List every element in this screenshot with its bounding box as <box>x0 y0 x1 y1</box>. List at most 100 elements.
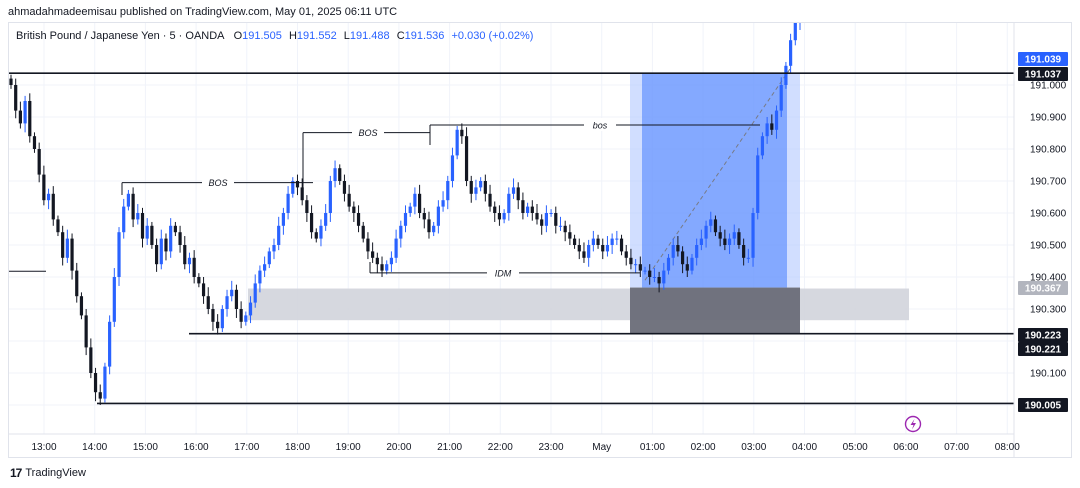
candle-body <box>14 85 18 111</box>
candle-body <box>225 296 229 309</box>
lightning-icon <box>904 415 922 433</box>
time-tick-label: 07:00 <box>944 442 969 453</box>
candle-body <box>727 238 732 245</box>
candle-body <box>248 302 253 316</box>
price-badge-label: 190.223 <box>1025 331 1062 342</box>
candle-body <box>737 232 741 245</box>
low-value: 191.488 <box>349 30 390 42</box>
candle-body <box>751 213 755 258</box>
price-badge-label: 190.005 <box>1025 401 1062 412</box>
candle-body <box>244 315 248 322</box>
price-tick-label: 190.300 <box>1030 305 1067 316</box>
idm-label: IDM <box>495 268 512 278</box>
time-tick-label: 02:00 <box>691 442 716 453</box>
candle-body <box>657 277 661 284</box>
candle-body <box>507 193 511 213</box>
candle-body <box>333 168 337 181</box>
candle-body <box>765 123 769 137</box>
candle-body <box>272 245 276 252</box>
stop-zone <box>630 287 800 335</box>
candle-body <box>577 245 581 252</box>
candle-body <box>239 309 243 322</box>
candle-body <box>526 206 530 213</box>
candle-body <box>192 257 196 277</box>
time-tick-label: 17:00 <box>234 442 259 453</box>
candle-body <box>28 101 32 137</box>
tradingview-logo-icon: 17 <box>10 466 22 480</box>
candle-body <box>413 193 417 207</box>
candle-body <box>295 181 300 188</box>
price-tick-label: 190.700 <box>1030 177 1067 188</box>
candle-body <box>145 225 149 239</box>
price-tick-label: 190.100 <box>1030 369 1067 380</box>
candle-body <box>56 219 60 233</box>
candle-body <box>502 213 506 220</box>
candle-body <box>582 251 586 258</box>
candle-body <box>131 193 135 220</box>
candle-body <box>98 392 102 399</box>
candle-body <box>159 238 163 265</box>
time-tick-label: 06:00 <box>893 442 918 453</box>
time-tick-label: 19:00 <box>336 442 361 453</box>
candle-body <box>18 110 22 124</box>
bos-2-label: BOS <box>358 128 377 138</box>
candle-body <box>46 193 51 201</box>
time-tick-label: 05:00 <box>843 442 868 453</box>
candle-body <box>549 213 553 214</box>
tradingview-footer: 17 TradingView <box>10 466 86 480</box>
candle-body <box>93 373 98 393</box>
candle-body <box>699 238 703 245</box>
candle-body <box>286 193 290 213</box>
candle-body <box>464 136 469 181</box>
candle-body <box>784 65 788 85</box>
candle-body <box>695 245 699 258</box>
candle-body <box>779 85 783 111</box>
time-tick-label: 01:00 <box>640 442 665 453</box>
candle-body <box>652 277 657 278</box>
candle-body <box>685 264 689 271</box>
candle-body <box>37 149 41 175</box>
candle-body <box>511 187 516 194</box>
time-tick-label: 03:00 <box>741 442 766 453</box>
symbol-name[interactable]: British Pound / Japanese Yen · 5 · OANDA <box>16 30 225 42</box>
symbol-legend: British Pound / Japanese Yen · 5 · OANDA… <box>16 30 533 42</box>
candle-body <box>126 193 131 207</box>
candle-body <box>178 232 182 245</box>
candle-body <box>756 155 760 213</box>
candle-body <box>662 270 666 284</box>
candle-body <box>169 225 173 252</box>
candle-body <box>9 78 13 85</box>
time-tick-label: 16:00 <box>184 442 209 453</box>
time-tick-label: 20:00 <box>386 442 411 453</box>
candle-body <box>117 232 121 277</box>
close-label: C <box>396 30 405 42</box>
candle-body <box>558 225 563 227</box>
candle-body <box>713 219 718 233</box>
candle-body <box>680 251 685 265</box>
high-label: H <box>288 30 297 42</box>
candle-body <box>328 181 332 213</box>
candle-body <box>408 206 412 213</box>
candle-body <box>108 321 112 367</box>
candle-body <box>615 238 619 240</box>
open-label: O <box>233 30 243 42</box>
candle-body <box>746 257 750 259</box>
candle-body <box>183 245 187 265</box>
candle-body <box>164 238 168 252</box>
candle-body <box>587 245 591 258</box>
price-badge-label: 190.367 <box>1025 284 1062 295</box>
time-tick-label: 23:00 <box>538 442 563 453</box>
price-chart[interactable]: BOS BOS bos IDM 191.000 190.900 190.800 190.700… <box>0 0 1080 488</box>
candle-body <box>70 238 74 271</box>
candle-body <box>234 289 239 309</box>
candle-body <box>455 129 459 156</box>
candle-body <box>51 193 55 220</box>
candle-body <box>361 225 365 239</box>
candle-body <box>690 257 694 271</box>
candle-body <box>516 187 520 201</box>
candle-body <box>671 245 675 258</box>
candle-body <box>554 213 558 226</box>
candle-body <box>789 40 793 66</box>
demand-zone <box>248 288 909 321</box>
candle-body <box>704 225 708 239</box>
